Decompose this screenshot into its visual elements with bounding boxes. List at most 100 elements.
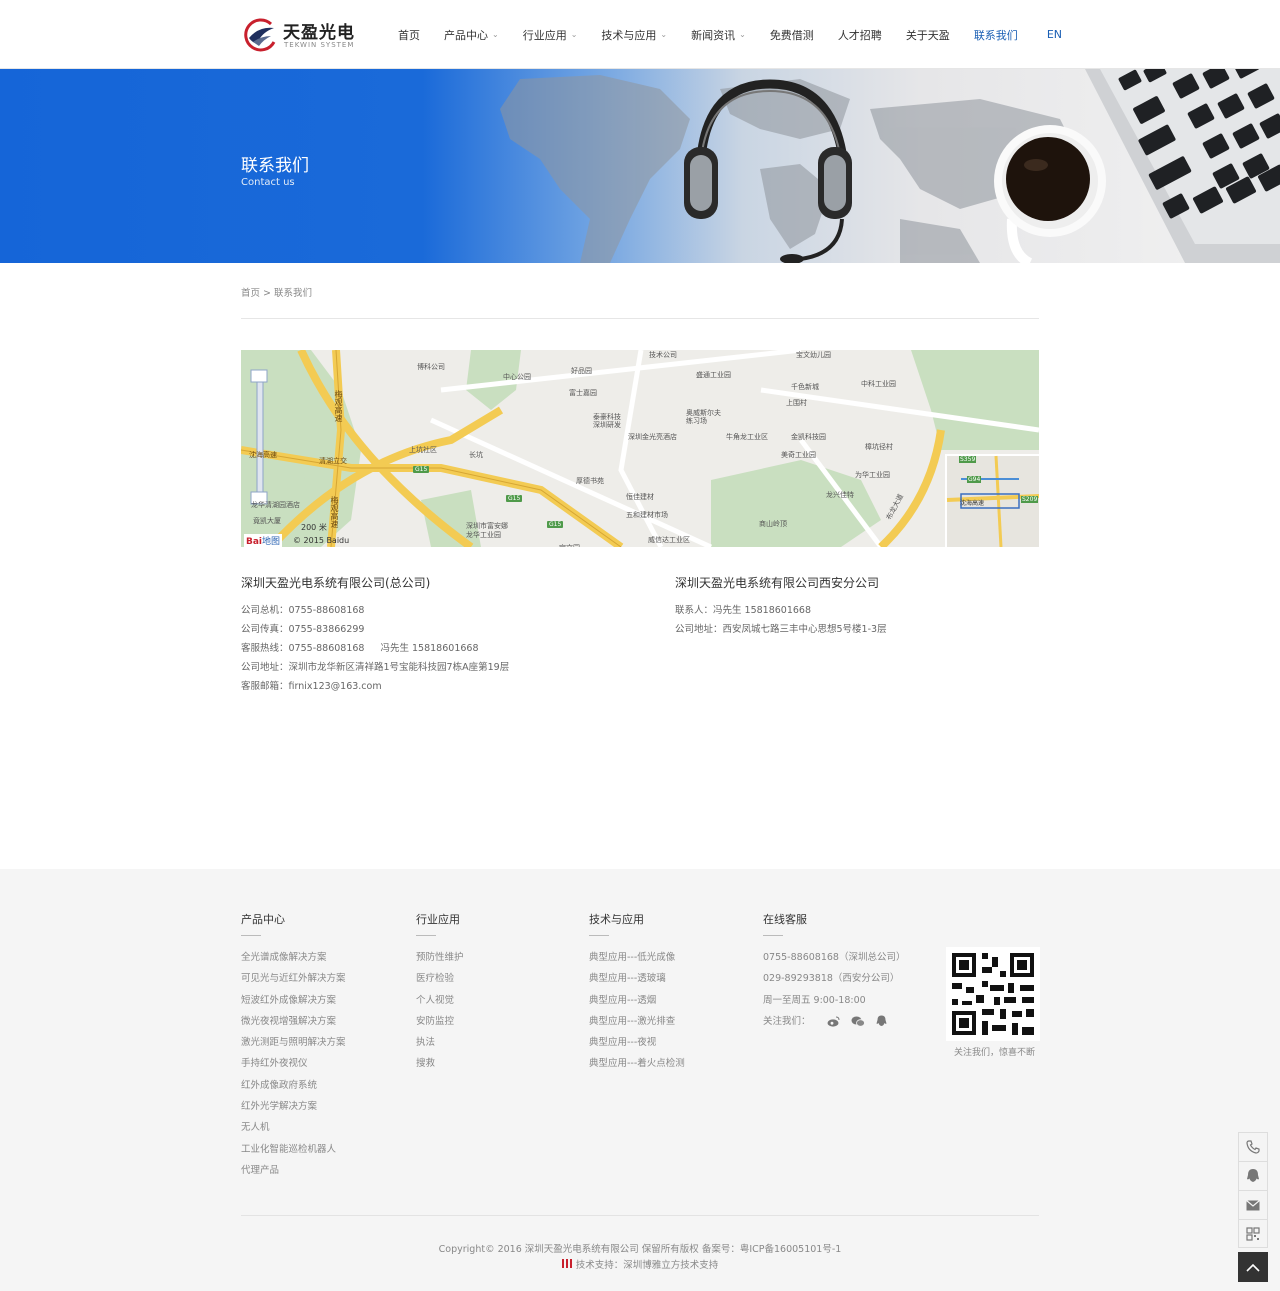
nav-item-3[interactable]: 技术与应用 ⌄ bbox=[601, 27, 667, 43]
weibo-icon[interactable] bbox=[827, 1016, 840, 1027]
nav-item-label: 人才招聘 bbox=[837, 28, 882, 42]
footer-link: 0755-88608168（深圳总公司） bbox=[763, 952, 906, 963]
nav-item-7[interactable]: 关于天盈 bbox=[906, 27, 950, 43]
map-label: 中心公园 bbox=[503, 373, 531, 381]
footer-link[interactable]: 搜救 bbox=[416, 1057, 464, 1078]
company-info-row: 客服邮箱：firnix123@163.com bbox=[241, 677, 509, 696]
footer-column-title: 行业应用 bbox=[416, 913, 460, 926]
company-info-row: 公司总机：0755-88608168 bbox=[241, 601, 509, 620]
footer-link[interactable]: 安防监控 bbox=[416, 1015, 464, 1036]
footer-link[interactable]: 典型应用---透烟 bbox=[589, 994, 685, 1015]
qr-button[interactable] bbox=[1238, 1219, 1268, 1248]
road-shield: G15 bbox=[413, 466, 430, 473]
footer-divider bbox=[241, 1215, 1039, 1216]
map-label: 博科公司 bbox=[417, 363, 445, 371]
footer-link[interactable]: 可见光与近红外解决方案 bbox=[241, 972, 346, 993]
nav-item-0[interactable]: 首页 bbox=[398, 27, 420, 43]
nav-item-6[interactable]: 人才招聘 bbox=[838, 27, 882, 43]
language-switch[interactable]: EN bbox=[1047, 28, 1062, 41]
footer-column-title: 产品中心 bbox=[241, 913, 285, 926]
baidu-map[interactable]: 博科公司 中心公园 好品园 富士嘉园 技术公司 宝文幼儿园 盛通工业园 千色新城 中科工业园 上围… bbox=[241, 350, 1039, 547]
support-text[interactable]: 技术支持：深圳博雅立方技术支持 bbox=[576, 1260, 719, 1271]
breadcrumb-home[interactable]: 首页 bbox=[241, 288, 260, 299]
map-label: 樟坑径村 bbox=[865, 443, 893, 451]
map-label: 上围村 bbox=[786, 399, 807, 407]
nav-item-label: 产品中心 bbox=[444, 28, 488, 42]
info-label: 公司传真： bbox=[241, 624, 289, 635]
map-label: 梅观高速 bbox=[330, 496, 339, 528]
mini-map-label: S359 bbox=[959, 456, 977, 463]
map-label: 金凯科技园 bbox=[791, 433, 826, 441]
footer-link[interactable]: 无人机 bbox=[241, 1121, 346, 1142]
info-label: 公司地址： bbox=[241, 662, 289, 673]
nav-item-2[interactable]: 行业应用 ⌄ bbox=[523, 27, 578, 43]
map-label: 商山岭顶 bbox=[759, 520, 787, 528]
nav-item-8[interactable]: 联系我们 bbox=[974, 27, 1018, 43]
map-label: 练习场 bbox=[686, 417, 707, 425]
footer-link[interactable]: 典型应用---透玻璃 bbox=[589, 972, 685, 993]
footer-link[interactable]: 短波红外成像解决方案 bbox=[241, 994, 346, 1015]
footer-link[interactable]: 手持红外夜视仪 bbox=[241, 1057, 346, 1078]
footer-column-0: 产品中心全光谱成像解决方案 可见光与近红外解决方案 短波红外成像解决方案 微光夜视增强… bbox=[241, 911, 346, 1185]
footer-link[interactable]: 执法 bbox=[416, 1036, 464, 1057]
nav-item-label: 新闻资讯 bbox=[691, 28, 736, 42]
footer-link[interactable]: 代理产品 bbox=[241, 1164, 346, 1185]
map-label: 富士嘉园 bbox=[569, 389, 597, 397]
copyright-block: Copyright© 2016 深圳天盈光电系统有限公司 保留所有版权 备案号：… bbox=[0, 1242, 1280, 1274]
footer-link[interactable]: 典型应用---激光排查 bbox=[589, 1015, 685, 1036]
title-underline bbox=[589, 935, 609, 936]
map-label: 竟凯大厦 bbox=[253, 517, 281, 525]
banner-subtitle: Contact us bbox=[241, 177, 295, 188]
banner-title: 联系我们 bbox=[241, 156, 309, 176]
qr-code-icon bbox=[946, 947, 1040, 1041]
chevron-down-icon: ⌄ bbox=[492, 30, 499, 39]
email-button[interactable] bbox=[1238, 1190, 1268, 1219]
nav-item-1[interactable]: 产品中心 ⌄ bbox=[444, 27, 499, 43]
content-divider bbox=[241, 318, 1039, 319]
footer-link[interactable]: 红外成像政府系统 bbox=[241, 1079, 346, 1100]
footer-link[interactable]: 全光谱成像解决方案 bbox=[241, 951, 346, 972]
logo[interactable]: 天盈光电 TEKWIN SYSTEM bbox=[241, 16, 356, 56]
company-info-row: 公司地址：西安凤城七路三丰中心思想5号楼1-3层 bbox=[675, 620, 887, 639]
mini-map-label: S209 bbox=[1021, 496, 1039, 503]
company-name: 深圳天盈光电系统有限公司(总公司) bbox=[241, 576, 431, 590]
info-label: 联系人： bbox=[675, 605, 714, 616]
footer-link[interactable]: 激光测距与照明解决方案 bbox=[241, 1036, 346, 1057]
footer-link[interactable]: 典型应用---夜视 bbox=[589, 1036, 685, 1057]
map-label: 宝文园 bbox=[559, 543, 580, 547]
footer-link[interactable]: 个人视觉 bbox=[416, 994, 464, 1015]
map-label: 沈海高速 bbox=[249, 451, 277, 459]
footer-link[interactable]: 典型应用---低光成像 bbox=[589, 951, 685, 972]
map-brand-text: Bai bbox=[246, 537, 263, 547]
map-label: 上坑社区 bbox=[409, 446, 437, 454]
wechat-icon[interactable] bbox=[851, 1016, 865, 1027]
footer-column-2: 技术与应用 典型应用---低光成像 典型应用---透玻璃 典型应用---透烟 典型应用-… bbox=[589, 911, 685, 1079]
map-scale: 200 米 bbox=[301, 523, 327, 532]
nav-item-4[interactable]: 新闻资讯 ⌄ bbox=[691, 27, 746, 43]
footer-link[interactable]: 预防性维护 bbox=[416, 951, 464, 972]
footer-link: 029-89293818（西安分公司） bbox=[763, 973, 900, 985]
footer-link[interactable]: 工业化智能巡检机器人 bbox=[241, 1143, 346, 1164]
map-label: 宝文幼儿园 bbox=[796, 351, 831, 359]
copyright-text: Copyright© 2016 深圳天盈光电系统有限公司 保留所有版权 备案号：… bbox=[438, 1244, 842, 1255]
footer-link[interactable]: 医疗检验 bbox=[416, 972, 464, 993]
site-header: 天盈光电 TEKWIN SYSTEM 首页 产品中心 ⌄ 行业应用 ⌄ 技术与应用 ⌄ 新闻资… bbox=[0, 0, 1280, 69]
phone-button[interactable] bbox=[1238, 1132, 1268, 1161]
qq-button[interactable] bbox=[1238, 1161, 1268, 1190]
coffee-cup-icon bbox=[994, 125, 1106, 263]
nav-item-5[interactable]: 免费借测 bbox=[770, 27, 814, 43]
footer-link[interactable]: 典型应用---着火点检测 bbox=[589, 1057, 685, 1078]
chevron-down-icon: ⌄ bbox=[570, 30, 578, 39]
footer-link[interactable]: 微光夜视增强解决方案 bbox=[241, 1015, 346, 1036]
page-banner: 联系我们 Contact us bbox=[0, 69, 1280, 263]
qq-icon[interactable] bbox=[876, 1015, 887, 1027]
footer-link[interactable]: 红外光学解决方案 bbox=[241, 1100, 346, 1121]
info-label: 客服热线： bbox=[241, 643, 289, 654]
map-label: 深圳金光亮酒店 bbox=[628, 433, 677, 441]
map-label: 好品园 bbox=[571, 367, 592, 375]
mini-map-label: 沈海高速 bbox=[960, 500, 985, 507]
back-to-top-button[interactable] bbox=[1238, 1252, 1268, 1282]
company-info-row: 联系人：冯先生 15818601668 bbox=[675, 601, 887, 620]
title-underline bbox=[763, 935, 783, 936]
road-shield: G15 bbox=[506, 495, 523, 502]
